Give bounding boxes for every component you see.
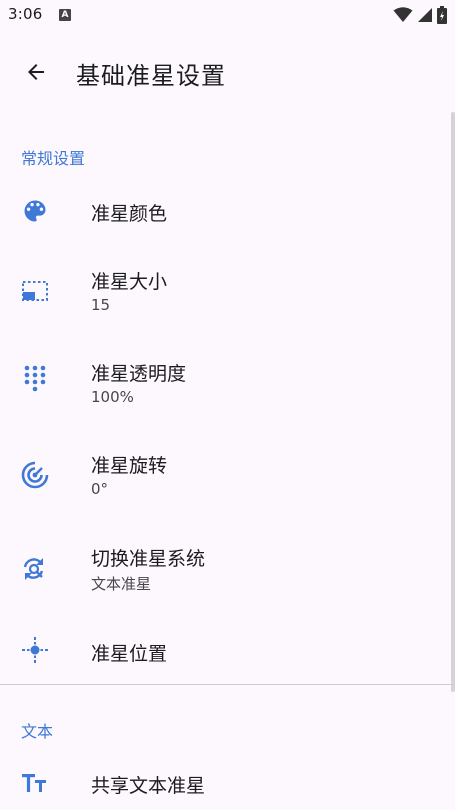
battery-icon — [437, 6, 447, 24]
pref-switch-crosshair-system[interactable]: 切换准星系统 文本准星 — [0, 535, 451, 613]
notification-icon: A — [59, 9, 71, 21]
pref-title: 准星颜色 — [91, 203, 168, 225]
section-divider — [0, 684, 455, 685]
pref-summary: 100% — [91, 388, 134, 406]
pref-crosshair-size[interactable]: 准星大小 15 — [0, 258, 451, 336]
palette-icon — [20, 196, 50, 226]
page-title: 基础准星设置 — [76, 62, 226, 90]
arrow-back-icon — [28, 64, 44, 80]
back-button[interactable] — [16, 54, 56, 90]
select-area-icon — [20, 276, 50, 306]
pref-title: 共享文本准星 — [91, 775, 206, 797]
status-bar: 3:06 A — [0, 0, 455, 32]
pref-title: 切换准星系统 — [91, 548, 206, 570]
dialpad-icon — [20, 365, 50, 396]
rotation-icon — [20, 460, 50, 490]
section-header-text: 文本 — [21, 722, 54, 741]
pref-crosshair-opacity[interactable]: 准星透明度 100% — [0, 350, 451, 428]
wifi-icon — [393, 7, 413, 22]
crosshair-position-icon — [20, 635, 50, 665]
scrollbar[interactable] — [451, 112, 455, 692]
pref-title: 准星旋转 — [91, 455, 168, 477]
pref-summary: 15 — [91, 296, 111, 314]
pref-crosshair-color[interactable]: 准星颜色 — [0, 178, 451, 244]
pref-summary: 0° — [91, 480, 109, 498]
section-header-general: 常规设置 — [21, 149, 86, 168]
pref-title: 准星位置 — [91, 643, 168, 665]
pref-crosshair-rotation[interactable]: 准星旋转 0° — [0, 442, 451, 520]
pref-crosshair-position[interactable]: 准星位置 — [0, 618, 451, 684]
status-time: 3:06 — [8, 5, 43, 23]
cell-signal-icon — [418, 8, 432, 22]
pref-shared-text-crosshair[interactable]: 共享文本准星 — [0, 752, 451, 810]
pref-title: 准星大小 — [91, 271, 168, 293]
app-bar: 基础准星设置 — [0, 40, 455, 104]
status-icons — [393, 6, 447, 24]
switch-refresh-icon — [20, 554, 50, 584]
pref-summary: 文本准星 — [91, 575, 152, 593]
pref-title: 准星透明度 — [91, 363, 187, 385]
text-size-icon — [20, 768, 50, 798]
